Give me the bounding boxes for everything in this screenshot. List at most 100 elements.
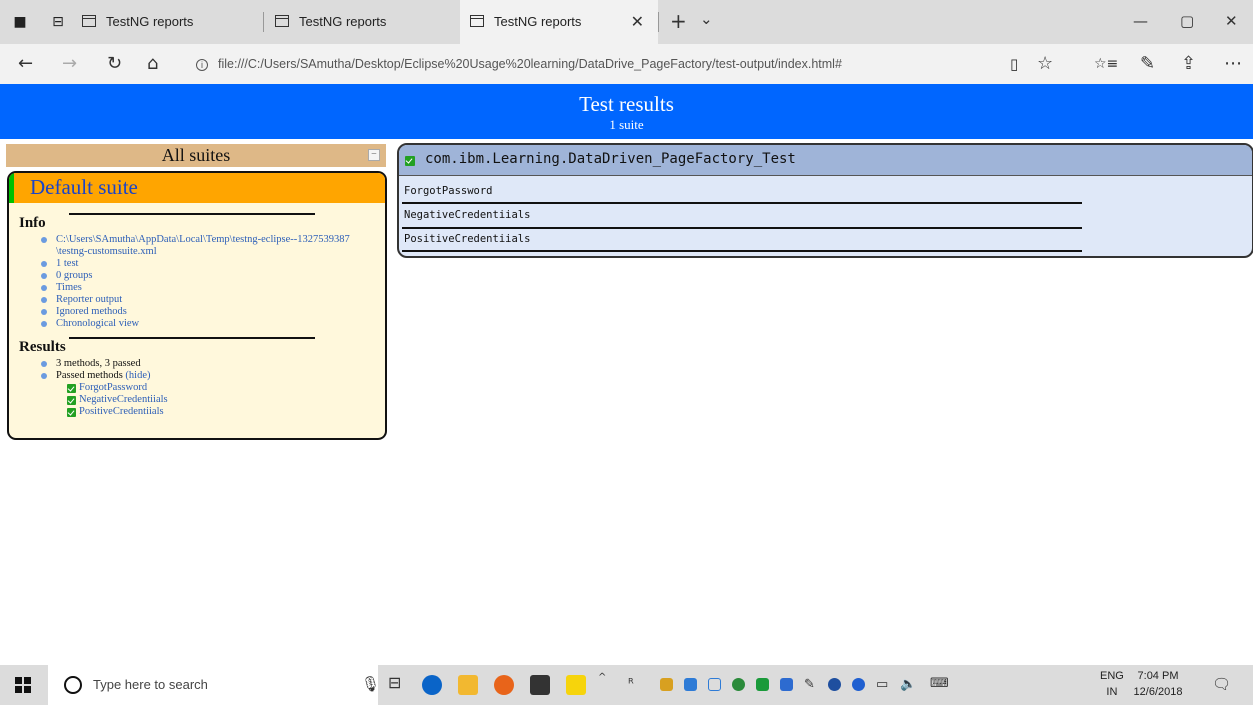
taskbar-search-box[interactable]: Type here to search: [48, 665, 378, 705]
favorites-hub-icon[interactable]: ☆≡: [1094, 53, 1118, 75]
tests-link[interactable]: 1 test: [56, 258, 78, 270]
back-icon[interactable]: ←: [18, 53, 33, 75]
groups-link[interactable]: 0 groups: [56, 270, 92, 282]
page-icon: [275, 15, 289, 27]
windows-start-icon[interactable]: [15, 677, 31, 693]
url-text: file:///C:/Users/SAmutha/Desktop/Eclipse…: [218, 57, 842, 71]
bluetooth-icon[interactable]: [852, 678, 865, 691]
minimize-icon[interactable]: —: [1133, 12, 1148, 30]
close-window-icon[interactable]: ✕: [1225, 12, 1238, 30]
test-method: NegativeCredentiials: [404, 209, 531, 221]
bullet: [41, 321, 47, 327]
passed-methods-label: Passed methods: [56, 370, 123, 381]
hide-link[interactable]: (hide): [125, 370, 150, 381]
passed-method-link[interactable]: ForgotPassword: [79, 382, 147, 394]
clock-time: 7:04 PM: [1137, 670, 1179, 682]
passed-method-link[interactable]: PositiveCredentiials: [79, 406, 164, 418]
chronological-view-link[interactable]: Chronological view: [56, 318, 139, 330]
divider: [402, 202, 1082, 204]
tray-app-icon[interactable]: [780, 678, 793, 691]
language-region: IN: [1106, 686, 1118, 698]
ignored-methods-link[interactable]: Ignored methods: [56, 306, 127, 318]
pen-workspace-icon[interactable]: ✎: [804, 677, 815, 693]
tray-app-icon[interactable]: [756, 678, 769, 691]
test-method: PositiveCredentiials: [404, 233, 531, 245]
tab-2[interactable]: TestNG reports: [265, 0, 455, 44]
suite-file-name-link[interactable]: \testng-customsuite.xml: [56, 246, 157, 258]
pass-check-icon: [67, 408, 76, 417]
tab-preview-icon[interactable]: ⊟: [50, 14, 66, 30]
tab-title: TestNG reports: [494, 14, 582, 29]
tab-title: TestNG reports: [299, 14, 387, 29]
share-icon[interactable]: ⇪: [1181, 53, 1196, 75]
task-view-icon[interactable]: ⊟: [388, 675, 401, 691]
site-info-icon[interactable]: i: [196, 58, 208, 71]
times-link[interactable]: Times: [56, 282, 82, 294]
microphone-icon[interactable]: 🎙: [361, 676, 380, 692]
sticky-notes-icon[interactable]: [566, 675, 586, 695]
pass-check-icon: [405, 156, 415, 166]
passed-method-link[interactable]: NegativeCredentiials: [79, 394, 168, 406]
volume-icon[interactable]: 🔈: [900, 677, 916, 693]
new-tab-icon[interactable]: +: [670, 9, 687, 33]
file-explorer-icon[interactable]: [458, 675, 478, 695]
divider: [69, 337, 315, 339]
favorite-star-icon[interactable]: ☆: [1037, 53, 1053, 75]
taskbar-clock[interactable]: 7:04 PM 12/6/2018: [1128, 668, 1188, 700]
results-heading: Results: [19, 339, 66, 355]
collapse-icon[interactable]: −: [368, 149, 380, 161]
search-placeholder: Type here to search: [93, 677, 208, 692]
browser-tab-bar: ■ ⊟ TestNG reports TestNG reports TestNG…: [0, 0, 1253, 44]
suite-panel: Default suite Info C:\Users\SAmutha\AppD…: [7, 171, 387, 440]
tray-app-icon[interactable]: [660, 678, 673, 691]
language-code: ENG: [1100, 670, 1124, 682]
people-icon[interactable]: ᴿ: [628, 677, 634, 693]
notifications-icon[interactable]: 🗨: [1212, 676, 1231, 692]
tray-expand-icon[interactable]: ^: [598, 672, 606, 684]
bullet: [41, 285, 47, 291]
refresh-icon[interactable]: ↻: [107, 53, 122, 75]
set-aside-tabs-icon[interactable]: ■: [12, 14, 28, 30]
reading-view-icon[interactable]: ▯: [1010, 53, 1018, 75]
tray-app-icon[interactable]: [828, 678, 841, 691]
tray-app-icon[interactable]: [708, 678, 721, 691]
all-suites-label: All suites: [161, 145, 231, 165]
passed-methods-row: Passed methods (hide): [56, 370, 151, 382]
all-suites-header[interactable]: All suites −: [6, 144, 386, 167]
test-method: ForgotPassword: [404, 185, 493, 197]
divider: [402, 227, 1082, 229]
restore-icon[interactable]: ▢: [1180, 12, 1194, 30]
suite-header[interactable]: Default suite: [9, 173, 385, 203]
tab-1[interactable]: TestNG reports: [72, 0, 262, 44]
report-header: Test results 1 suite: [0, 84, 1253, 139]
bullet: [41, 361, 47, 367]
results-summary: 3 methods, 3 passed: [56, 358, 141, 369]
divider: [69, 213, 315, 215]
touch-keyboard-icon[interactable]: ⌨: [930, 676, 949, 692]
test-class-name: com.ibm.Learning.DataDriven_PageFactory_…: [425, 151, 796, 167]
divider: [402, 250, 1082, 252]
tab-3-active[interactable]: TestNG reports ✕: [460, 0, 658, 44]
input-language[interactable]: ENG IN: [1100, 668, 1124, 700]
home-icon[interactable]: ⌂: [147, 53, 158, 75]
firefox-icon[interactable]: [494, 675, 514, 695]
bullet: [41, 237, 47, 243]
reporter-output-link[interactable]: Reporter output: [56, 294, 122, 306]
edge-icon[interactable]: [422, 675, 442, 695]
forward-icon[interactable]: →: [62, 53, 77, 75]
store-icon[interactable]: [530, 675, 550, 695]
suite-name: Default suite: [30, 175, 138, 199]
suite-file-path-link[interactable]: C:\Users\SAmutha\AppData\Local\Temp\test…: [56, 234, 350, 246]
test-class-header[interactable]: com.ibm.Learning.DataDriven_PageFactory_…: [399, 145, 1252, 176]
pen-icon[interactable]: ✎: [1140, 53, 1155, 75]
address-bar[interactable]: i file:///C:/Users/SAmutha/Desktop/Eclips…: [196, 53, 1066, 75]
more-icon[interactable]: ⋯: [1224, 53, 1242, 75]
close-tab-icon[interactable]: ✕: [631, 12, 644, 31]
tab-list-chevron-icon[interactable]: ⌄: [700, 10, 713, 28]
bullet: [41, 297, 47, 303]
bullet: [41, 261, 47, 267]
mail-icon[interactable]: [684, 678, 697, 691]
tray-app-icon[interactable]: [732, 678, 745, 691]
battery-icon[interactable]: ▭: [876, 677, 888, 693]
bullet: [41, 273, 47, 279]
